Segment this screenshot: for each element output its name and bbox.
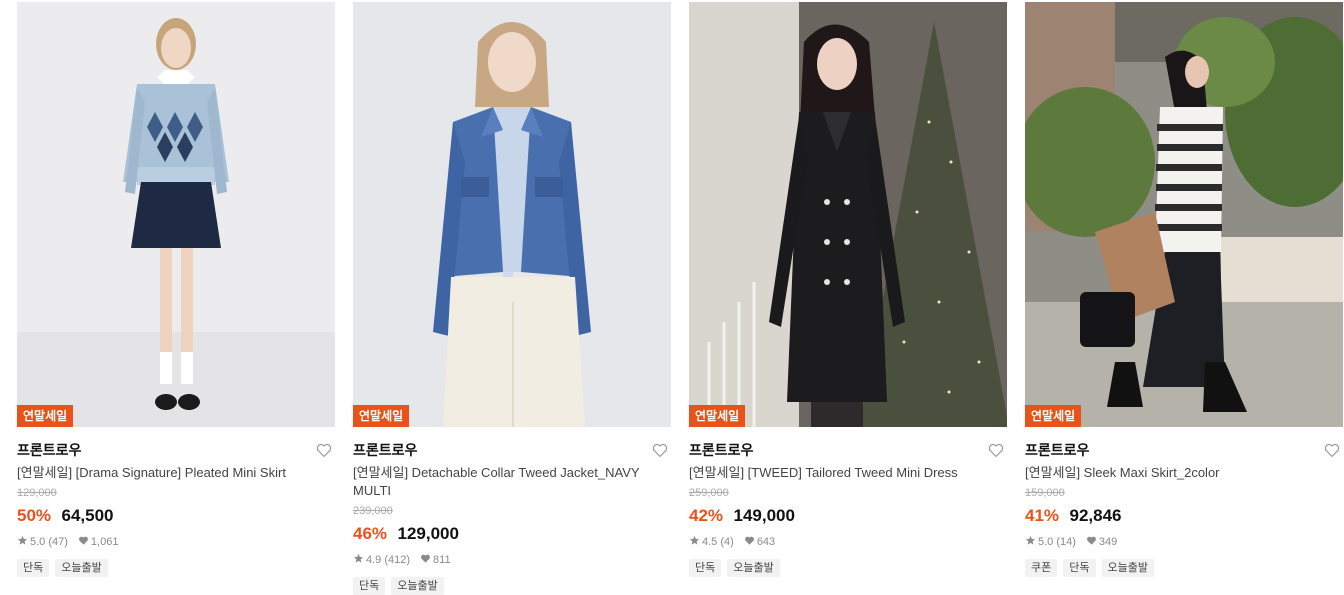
tag: 단독	[1063, 559, 1096, 577]
review-count: (4)	[720, 536, 734, 548]
sale-badge: 연말세일	[689, 405, 746, 427]
product-card[interactable]: 연말세일 프론트로우 [연말세일] Detachable Collar Twee…	[353, 2, 671, 595]
tag: 오늘출발	[55, 559, 108, 577]
tag-list: 단독 오늘출발	[17, 559, 335, 577]
discount-rate: 50%	[17, 506, 52, 525]
sale-price: 64,500	[61, 506, 114, 525]
brand-name[interactable]: 프론트로우	[689, 441, 1007, 459]
heart-icon	[744, 535, 755, 550]
rating: 4.9	[366, 554, 382, 566]
star-icon	[17, 535, 28, 550]
original-price: 159,000	[1025, 487, 1065, 499]
tag: 단독	[353, 577, 386, 595]
discount-rate: 42%	[689, 506, 724, 525]
product-image[interactable]: 연말세일	[353, 2, 671, 427]
tag-list: 단독 오늘출발	[353, 577, 671, 595]
tag-list: 쿠폰 단독 오늘출발	[1025, 559, 1343, 577]
like-count: 1,061	[90, 536, 119, 548]
discount-rate: 41%	[1025, 506, 1060, 525]
product-name[interactable]: [연말세일] [TWEED] Tailored Tweed Mini Dress	[689, 464, 1007, 482]
like-count: 349	[1098, 536, 1118, 548]
sale-price: 149,000	[733, 506, 795, 525]
discount-rate: 46%	[353, 524, 388, 543]
star-icon	[689, 535, 700, 550]
product-card[interactable]: 연말세일 프론트로우 [연말세일] [TWEED] Tailored Tweed…	[689, 2, 1007, 577]
original-price: 129,000	[17, 487, 57, 499]
product-name[interactable]: [연말세일] Sleek Maxi Skirt_2color	[1025, 464, 1343, 482]
sale-price: 129,000	[397, 524, 459, 543]
tag: 오늘출발	[1101, 559, 1154, 577]
product-image[interactable]: 연말세일	[1025, 2, 1343, 427]
product-image[interactable]: 연말세일	[689, 2, 1007, 427]
sale-badge: 연말세일	[1025, 405, 1082, 427]
product-image[interactable]: 연말세일	[17, 2, 335, 427]
heart-icon	[1086, 535, 1097, 550]
product-card[interactable]: 연말세일 프론트로우 [연말세일] [Drama Signature] Plea…	[17, 2, 335, 577]
heart-outline-icon[interactable]	[651, 441, 669, 459]
star-icon	[1025, 535, 1036, 550]
rating: 4.5	[702, 536, 718, 548]
tag: 단독	[17, 559, 50, 577]
tag: 단독	[689, 559, 722, 577]
original-price: 259,000	[689, 487, 729, 499]
sale-badge: 연말세일	[17, 405, 74, 427]
tag: 오늘출발	[727, 559, 780, 577]
heart-outline-icon[interactable]	[315, 441, 333, 459]
rating: 5.0	[1038, 536, 1054, 548]
brand-name[interactable]: 프론트로우	[1025, 441, 1343, 459]
brand-name[interactable]: 프론트로우	[17, 441, 335, 459]
original-price: 239,000	[353, 505, 393, 517]
sale-badge: 연말세일	[353, 405, 410, 427]
review-count: (14)	[1056, 536, 1076, 548]
heart-outline-icon[interactable]	[987, 441, 1005, 459]
tag-list: 단독 오늘출발	[689, 559, 1007, 577]
heart-outline-icon[interactable]	[1323, 441, 1341, 459]
like-count: 643	[756, 536, 776, 548]
heart-icon	[420, 553, 431, 568]
tag: 쿠폰	[1025, 559, 1058, 577]
star-icon	[353, 553, 364, 568]
product-card[interactable]: 연말세일 프론트로우 [연말세일] Sleek Maxi Skirt_2colo…	[1025, 2, 1343, 577]
heart-icon	[78, 535, 89, 550]
review-count: (47)	[48, 536, 68, 548]
like-count: 811	[433, 554, 451, 566]
review-count: (412)	[384, 554, 411, 566]
sale-price: 92,846	[1069, 506, 1122, 525]
product-name[interactable]: [연말세일] Detachable Collar Tweed Jacket_NA…	[353, 464, 671, 500]
rating: 5.0	[30, 536, 46, 548]
tag: 오늘출발	[391, 577, 444, 595]
product-name[interactable]: [연말세일] [Drama Signature] Pleated Mini Sk…	[17, 464, 335, 482]
brand-name[interactable]: 프론트로우	[353, 441, 671, 459]
